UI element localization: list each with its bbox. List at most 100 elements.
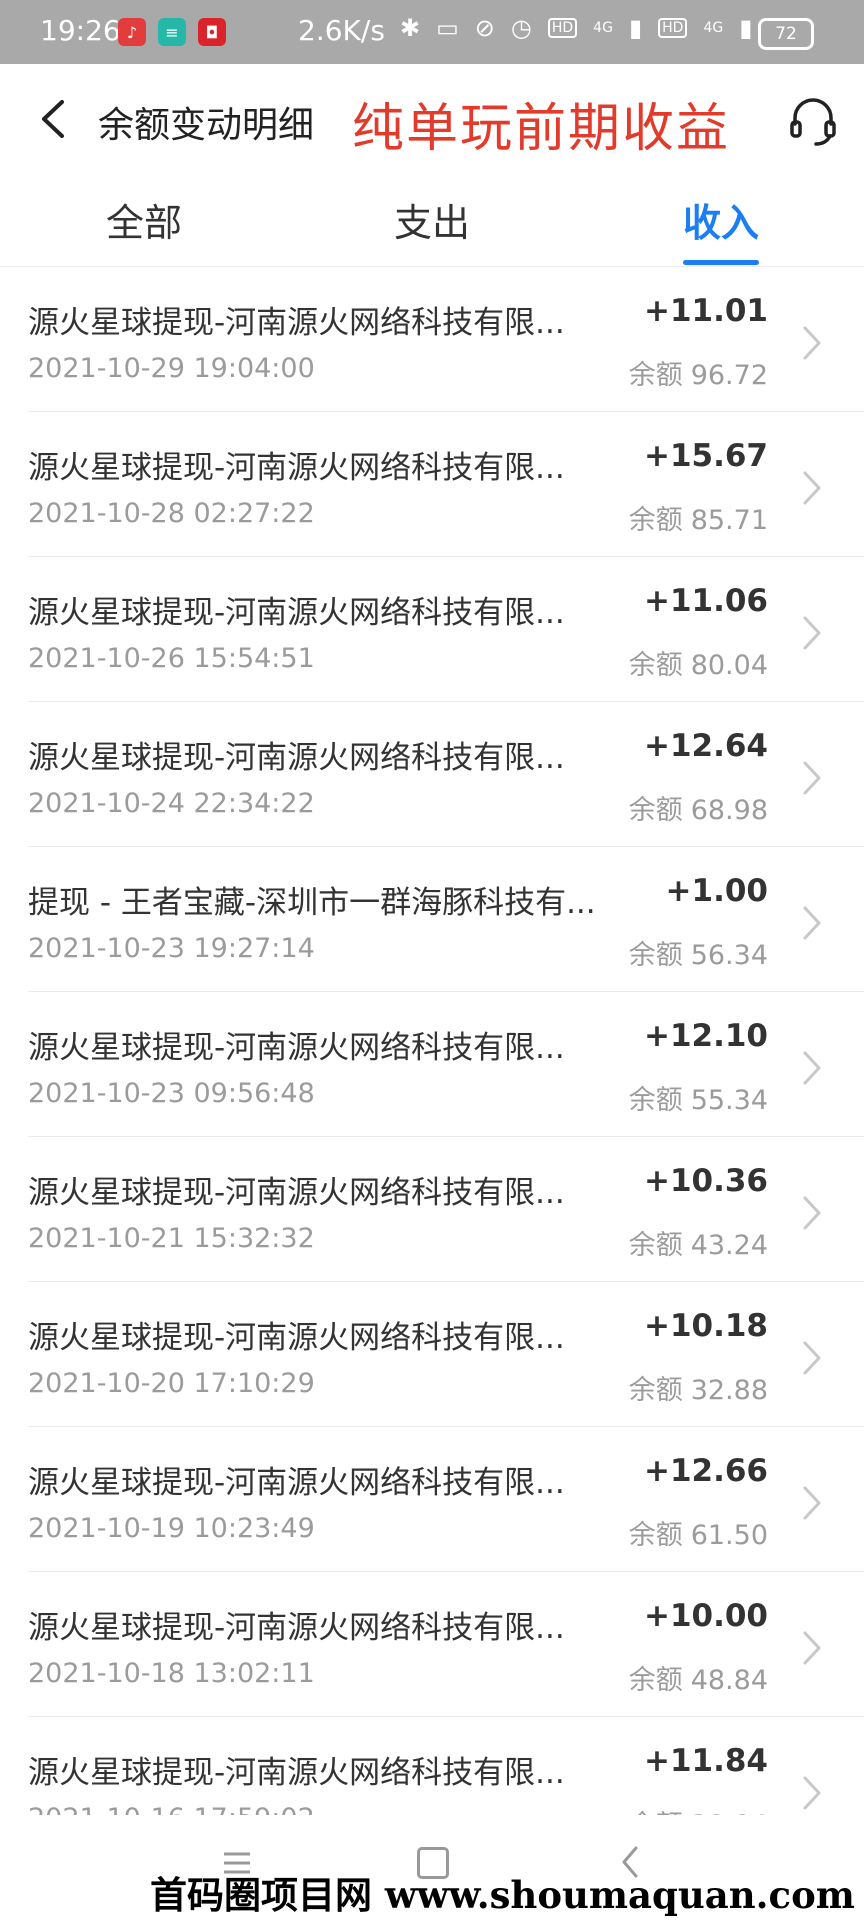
hd-badge-1: HD [547,18,578,38]
chevron-right-icon [803,1631,821,1665]
tab-active-indicator [683,260,759,265]
page-title: 余额变动明细 [98,105,315,146]
status-time: 19:26 [40,14,121,47]
transaction-balance: 余额 68.98 [629,788,768,827]
watermark-text: 首码圈项目网 www.shoumaquan.com [150,1873,855,1917]
chevron-right-icon [803,906,821,940]
tab-bar: 全部 支出 收入 [0,174,864,267]
transaction-balance: 余额 80.04 [629,643,768,682]
transaction-date: 2021-10-26 15:54:51 [28,643,315,674]
balance-label: 余额 [628,1375,683,1406]
signal-icon: ▮ [628,14,643,42]
signal-icon: ▮ [739,14,753,42]
status-indicators: ✱ ▭ ⊘ ◷ HD 4G ▮ HD 4G ▮ [400,14,752,42]
balance-label: 余额 [628,1665,683,1696]
transaction-balance: 余额 55.34 [629,1078,768,1117]
balance-label: 余额 [628,1085,683,1116]
status-bar: 19:26 ♪ ≡ ◘ 2.6K/s ✱ ▭ ⊘ ◷ HD 4G ▮ HD 4G… [0,0,864,64]
transaction-row[interactable]: 源火星球提现-河南源火网络科技有限... +11.84 2021-10-16 1… [0,1717,864,1815]
transaction-date: 2021-10-19 10:23:49 [28,1513,315,1544]
transaction-title: 源火星球提现-河南源火网络科技有限... [28,305,565,341]
vibrate-icon: ▭ [436,14,459,42]
transaction-row[interactable]: 源火星球提现-河南源火网络科技有限... +10.36 2021-10-21 1… [0,1137,864,1282]
hd-badge-2: HD [658,18,688,38]
network-type-1: 4G [593,20,613,36]
headset-icon[interactable] [786,94,840,148]
transaction-balance: 余额38.84 [629,1803,768,1815]
tab-expense[interactable]: 支出 [394,192,470,247]
transaction-title: 源火星球提现-河南源火网络科技有限... [28,595,565,631]
transaction-title: 源火星球提现-河南源火网络科技有限... [28,1030,565,1066]
transaction-title: 源火星球提现-河南源火网络科技有限... [28,1610,565,1646]
transaction-row[interactable]: 源火星球提现-河南源火网络科技有限... +10.18 2021-10-20 1… [0,1282,864,1427]
chevron-right-icon [803,326,821,360]
tab-all[interactable]: 全部 [106,192,182,247]
transaction-row[interactable]: 源火星球提现-河南源火网络科技有限... +12.10 2021-10-23 0… [0,992,864,1137]
transaction-title: 源火星球提现-河南源火网络科技有限... [28,450,565,486]
transaction-amount: +10.36 [643,1163,768,1199]
transaction-row[interactable]: 源火星球提现-河南源火网络科技有限... +11.01 2021-10-29 1… [0,267,864,412]
transaction-row[interactable]: 源火星球提现-河南源火网络科技有限... +10.00 2021-10-18 1… [0,1572,864,1717]
transaction-date: 2021-10-16 17:59:02 [28,1803,315,1815]
tab-income[interactable]: 收入 [683,192,759,247]
transaction-date: 2021-10-18 13:02:11 [28,1658,315,1689]
transaction-title: 源火星球提现-河南源火网络科技有限... [28,1755,565,1791]
chevron-right-icon [803,471,821,505]
chevron-right-icon [803,1341,821,1375]
balance-value: 56.34 [690,940,768,971]
network-type-2: 4G [703,20,724,36]
transaction-amount: +11.01 [643,293,768,329]
balance-value: 80.04 [690,650,768,681]
battery-indicator: 72 [758,18,814,50]
transaction-title: 源火星球提现-河南源火网络科技有限... [28,1320,565,1356]
chevron-right-icon [803,616,821,650]
chevron-right-icon [803,1051,821,1085]
transaction-title: 源火星球提现-河南源火网络科技有限... [28,1175,565,1211]
transaction-balance: 余额 61.50 [629,1513,768,1552]
balance-value: 55.34 [690,1085,768,1116]
promo-text: 纯单玩前期收益 [352,99,731,159]
balance-label: 余额 [628,650,683,681]
transaction-amount: +1.00 [665,873,768,909]
transaction-title: 源火星球提现-河南源火网络科技有限... [28,1465,565,1501]
balance-label: 余额 [628,940,683,971]
transaction-date: 2021-10-23 19:27:14 [28,933,315,964]
balance-label: 余额 [628,795,683,826]
transaction-date: 2021-10-28 02:27:22 [28,498,315,529]
transaction-date: 2021-10-21 15:32:32 [28,1223,315,1254]
transaction-row[interactable]: 源火星球提现-河南源火网络科技有限... +12.66 2021-10-19 1… [0,1427,864,1572]
transaction-amount: +15.67 [643,438,768,474]
transaction-amount: +12.64 [643,728,768,764]
transaction-date: 2021-10-24 22:34:22 [28,788,315,819]
transaction-list[interactable]: 源火星球提现-河南源火网络科技有限... +11.01 2021-10-29 1… [0,267,864,1815]
transaction-date: 2021-10-23 09:56:48 [28,1078,315,1109]
transaction-row[interactable]: 源火星球提现-河南源火网络科技有限... +11.06 2021-10-26 1… [0,557,864,702]
balance-value: 32.88 [690,1375,768,1406]
balance-value: 61.50 [690,1520,768,1551]
transaction-amount: +12.10 [643,1018,768,1054]
transaction-row[interactable]: 提现 - 王者宝藏-深圳市一群海豚科技有... +1.00 2021-10-23… [0,847,864,992]
balance-value: 48.84 [690,1665,768,1696]
transaction-balance: 余额 56.34 [629,933,768,972]
balance-value: 68.98 [690,795,768,826]
transaction-row[interactable]: 源火星球提现-河南源火网络科技有限... +12.64 2021-10-24 2… [0,702,864,847]
chevron-right-icon [803,1776,821,1810]
transaction-amount: +12.66 [643,1453,768,1489]
transaction-date: 2021-10-29 19:04:00 [28,353,315,384]
transaction-balance: 余额 48.84 [629,1658,768,1697]
chevron-right-icon [803,1196,821,1230]
notification-icons: ♪ ≡ ◘ [118,18,226,46]
chevron-right-icon [803,761,821,795]
transaction-balance: 余额 43.24 [629,1223,768,1262]
transaction-row[interactable]: 源火星球提现-河南源火网络科技有限... +15.67 2021-10-28 0… [0,412,864,557]
transaction-amount: +11.84 [643,1743,768,1779]
chevron-right-icon [803,1486,821,1520]
transaction-amount: +10.00 [643,1598,768,1634]
netease-music-icon: ♪ [118,18,146,46]
chevron-left-icon[interactable] [30,94,80,144]
transaction-amount: +11.06 [643,583,768,619]
transaction-amount: +10.18 [643,1308,768,1344]
transaction-title: 源火星球提现-河南源火网络科技有限... [28,740,565,776]
transaction-balance: 余额 85.71 [629,498,768,537]
transaction-date: 2021-10-20 17:10:29 [28,1368,315,1399]
